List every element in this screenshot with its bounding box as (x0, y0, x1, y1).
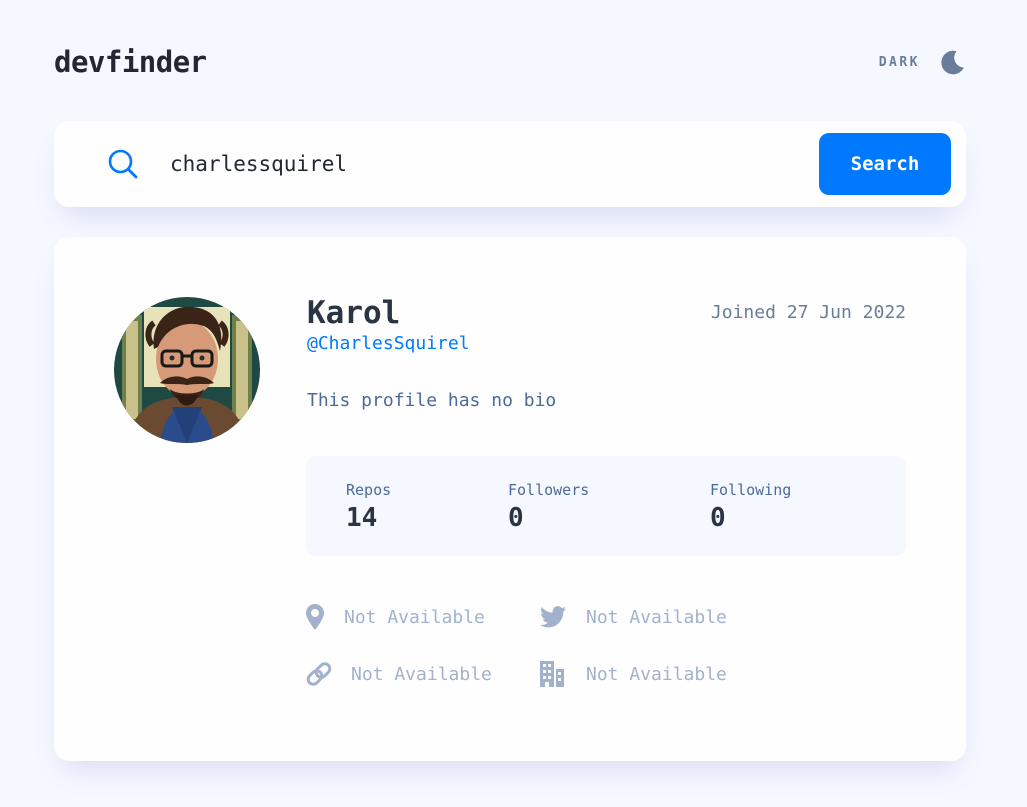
moon-icon (941, 50, 964, 75)
company-item: Not Available (540, 661, 727, 687)
stat-following-label: Following (710, 481, 792, 499)
profile-name: Karol (307, 295, 401, 331)
search-input[interactable] (170, 143, 790, 185)
company-text: Not Available (586, 663, 727, 685)
building-icon (540, 661, 564, 687)
stat-followers-value: 0 (508, 503, 524, 533)
link-icon (306, 662, 332, 686)
twitter-bird-icon (540, 606, 566, 628)
stat-repos-value: 14 (346, 503, 378, 533)
stat-repos-label: Repos (346, 481, 392, 499)
search-bar: Search (54, 121, 966, 207)
stat-followers: Followers 0 (508, 481, 589, 533)
location-pin-icon (306, 604, 324, 630)
stats-panel: Repos 14 Followers 0 Following 0 (306, 456, 906, 556)
app-logo: devfinder (54, 45, 207, 79)
stat-following-value: 0 (710, 503, 726, 533)
website-item[interactable]: Not Available (306, 661, 492, 687)
twitter-item: Not Available (540, 606, 727, 628)
search-icon (108, 149, 138, 179)
avatar (114, 297, 260, 443)
website-text: Not Available (351, 663, 492, 685)
joined-date: Joined 27 Jun 2022 (710, 302, 906, 323)
stat-followers-label: Followers (508, 481, 590, 499)
location-text: Not Available (344, 606, 485, 628)
stat-following: Following 0 (710, 481, 791, 533)
location-item: Not Available (306, 604, 485, 630)
profile-card: Karol Joined 27 Jun 2022 @CharlesSquirel… (54, 237, 966, 761)
stat-repos: Repos 14 (346, 481, 391, 533)
profile-login-link[interactable]: @CharlesSquirel (307, 333, 470, 354)
search-button[interactable]: Search (819, 133, 951, 195)
avatar-image (114, 297, 260, 443)
app-header: devfinder DARK (54, 40, 966, 84)
twitter-text: Not Available (586, 606, 727, 628)
profile-bio: This profile has no bio (307, 390, 557, 411)
theme-toggle-label: DARK (878, 54, 920, 70)
theme-toggle-button[interactable]: DARK (879, 48, 966, 76)
